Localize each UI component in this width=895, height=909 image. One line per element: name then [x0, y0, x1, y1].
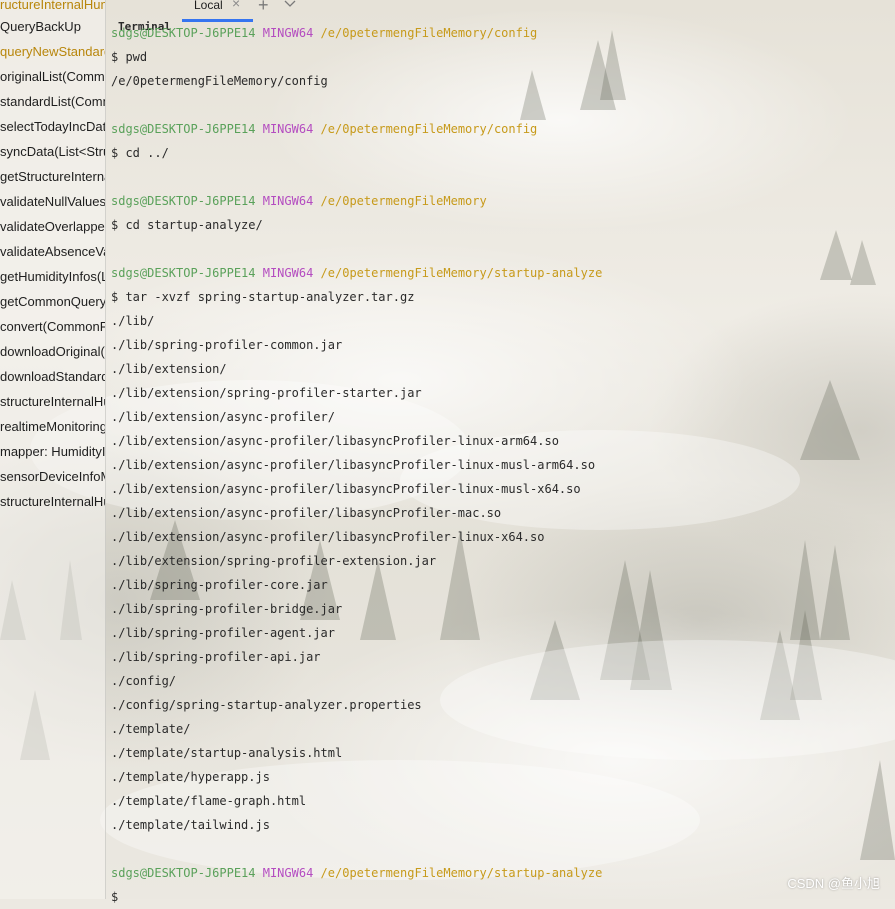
terminal-output-line: ./lib/spring-profiler-common.jar — [111, 338, 343, 352]
structure-panel: ructureInternalHum QueryBackUp queryNewSta… — [0, 0, 106, 899]
terminal-output-line: ./lib/ — [111, 314, 155, 328]
prompt-path: /e/0petermengFileMemory/config — [320, 26, 538, 40]
structure-item[interactable]: getStructureInterna — [0, 164, 105, 189]
structure-item[interactable]: validateOverlapped — [0, 214, 105, 239]
terminal-output-line: $ — [111, 890, 119, 904]
tab-local-label: Local — [194, 0, 223, 12]
terminal-output-line: ./lib/spring-profiler-bridge.jar — [111, 602, 343, 616]
terminal-output-line: ./template/flame-graph.html — [111, 794, 307, 808]
terminal-output-line: ./template/hyperapp.js — [111, 770, 270, 784]
prompt-shell: MINGW64 — [262, 26, 314, 40]
terminal-output-line: ./lib/extension/async-profiler/libasyncP… — [111, 482, 581, 496]
terminal-output-line: ./lib/spring-profiler-core.jar — [111, 578, 328, 592]
structure-item[interactable]: validateAbsenceVa — [0, 239, 105, 264]
terminal-output-line: ./lib/spring-profiler-api.jar — [111, 650, 321, 664]
structure-item[interactable]: standardList(Comm — [0, 89, 105, 114]
structure-item[interactable]: ructureInternalHum — [0, 0, 105, 14]
structure-item[interactable]: syncData(List<Struc — [0, 139, 105, 164]
prompt-path: /e/0petermengFileMemory/config — [320, 122, 538, 136]
terminal-output-line: ./lib/extension/spring-profiler-extensio… — [111, 554, 437, 568]
terminal-output-line: ./config/spring-startup-analyzer.propert… — [111, 698, 422, 712]
prompt-user: sdgs@DESKTOP-J6PPE14 — [111, 866, 256, 880]
structure-item[interactable]: validateNullValues( — [0, 189, 105, 214]
prompt-user: sdgs@DESKTOP-J6PPE14 — [111, 194, 256, 208]
prompt-shell: MINGW64 — [262, 122, 314, 136]
terminal-prompt-line: sdgs@DESKTOP-J6PPE14 MINGW64 /e/0peterme… — [111, 21, 891, 45]
structure-item[interactable]: getHumidityInfos(L — [0, 264, 105, 289]
terminal-output-line: $ cd startup-analyze/ — [111, 218, 263, 232]
chevron-down-icon[interactable] — [284, 0, 296, 14]
terminal-output-line: ./lib/extension/async-profiler/libasyncP… — [111, 434, 559, 448]
structure-item[interactable]: selectTodayIncData — [0, 114, 105, 139]
terminal-output-line: ./config/ — [111, 674, 177, 688]
structure-item[interactable]: originalList(Comm — [0, 64, 105, 89]
terminal-prompt-line: sdgs@DESKTOP-J6PPE14 MINGW64 /e/0peterme… — [111, 189, 891, 213]
prompt-path: /e/0petermengFileMemory — [320, 194, 487, 208]
structure-item[interactable]: downloadOriginal( — [0, 339, 105, 364]
prompt-user: sdgs@DESKTOP-J6PPE14 — [111, 122, 256, 136]
terminal-prompt-line: sdgs@DESKTOP-J6PPE14 MINGW64 /e/0peterme… — [111, 117, 891, 141]
structure-item[interactable]: structureInternalHu — [0, 489, 105, 514]
structure-item[interactable]: realtimeMonitoring — [0, 414, 105, 439]
prompt-user: sdgs@DESKTOP-J6PPE14 — [111, 26, 256, 40]
terminal-output[interactable]: sdgs@DESKTOP-J6PPE14 MINGW64 /e/0peterme… — [111, 21, 891, 909]
terminal-prompt-line: sdgs@DESKTOP-J6PPE14 MINGW64 /e/0peterme… — [111, 861, 891, 885]
prompt-path: /e/0petermengFileMemory/startup-analyze — [320, 866, 603, 880]
terminal-output-line: ./lib/extension/ — [111, 362, 227, 376]
terminal-output-line: ./template/ — [111, 722, 191, 736]
terminal-output-line: /e/0petermengFileMemory/config — [111, 74, 328, 88]
prompt-shell: MINGW64 — [262, 266, 314, 280]
terminal-output-line: ./lib/extension/spring-profiler-starter.… — [111, 386, 422, 400]
terminal-output-line: ./lib/spring-profiler-agent.jar — [111, 626, 335, 640]
tab-local[interactable]: Local × — [182, 0, 253, 22]
add-tab-icon[interactable]: + — [258, 0, 269, 16]
structure-item[interactable]: structureInternalHu — [0, 389, 105, 414]
terminal-output-line: ./lib/extension/async-profiler/ — [111, 410, 335, 424]
terminal-output-line: ./lib/extension/async-profiler/libasyncP… — [111, 506, 502, 520]
terminal-output-line: ./lib/extension/async-profiler/libasyncP… — [111, 530, 545, 544]
structure-item[interactable]: downloadStandard — [0, 364, 105, 389]
close-icon[interactable]: × — [232, 0, 240, 10]
prompt-shell: MINGW64 — [262, 866, 314, 880]
structure-item[interactable]: QueryBackUp — [0, 14, 105, 39]
prompt-user: sdgs@DESKTOP-J6PPE14 — [111, 266, 256, 280]
prompt-shell: MINGW64 — [262, 194, 314, 208]
structure-item[interactable]: convert(CommonPa — [0, 314, 105, 339]
terminal-output-line: ./template/tailwind.js — [111, 818, 270, 832]
structure-item[interactable]: queryNewStandard — [0, 39, 105, 64]
prompt-path: /e/0petermengFileMemory/startup-analyze — [320, 266, 603, 280]
terminal-output-line: $ tar -xvzf spring-startup-analyzer.tar.… — [111, 290, 415, 304]
terminal-output-line: $ cd ../ — [111, 146, 169, 160]
terminal-output-line: ./template/startup-analysis.html — [111, 746, 343, 760]
terminal-prompt-line: sdgs@DESKTOP-J6PPE14 MINGW64 /e/0peterme… — [111, 261, 891, 285]
terminal-output-line: ./lib/extension/async-profiler/libasyncP… — [111, 458, 596, 472]
structure-item[interactable]: getCommonQuery — [0, 289, 105, 314]
structure-item[interactable]: sensorDeviceInfoM — [0, 464, 105, 489]
terminal-output-line: $ pwd — [111, 50, 148, 64]
watermark: CSDN @鱼小旭 — [787, 876, 880, 891]
terminal-tab-bar: Terminal Local × + — [106, 0, 895, 33]
structure-item[interactable]: mapper: HumidityI — [0, 439, 105, 464]
